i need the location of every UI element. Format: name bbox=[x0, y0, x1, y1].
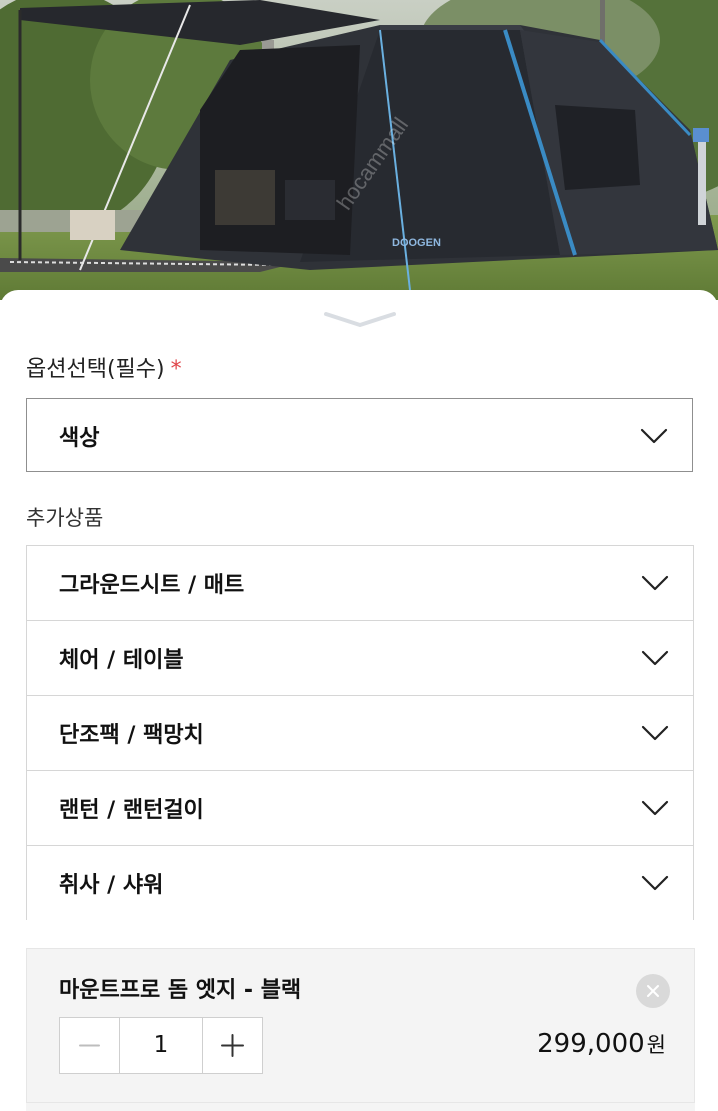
extra-item-pegs-hammer[interactable]: 단조팩 / 팩망치 bbox=[26, 695, 694, 770]
extra-item-groundsheet[interactable]: 그라운드시트 / 매트 bbox=[26, 545, 694, 620]
extra-item-label: 랜턴 / 랜턴걸이 bbox=[59, 798, 204, 823]
decrement-button[interactable] bbox=[60, 1018, 119, 1073]
tent-brand-mark: DOOGEN bbox=[392, 237, 441, 249]
product-option-screen: DOOGEN hocammall 옵션선택(필수) * 색상 추가상품 그라운드시… bbox=[0, 0, 718, 1111]
color-select-value: 색상 bbox=[59, 426, 100, 451]
extra-products-list: 그라운드시트 / 매트 체어 / 테이블 단조팩 / 팩망치 랜턴 / 랜턴걸이… bbox=[26, 545, 694, 920]
chevron-down-icon bbox=[641, 650, 669, 666]
selected-product-card: 마운트프로 돔 엣지 - 블랙 1 299,000원 bbox=[26, 948, 695, 1108]
required-option-text: 옵션선택(필수) bbox=[26, 357, 165, 382]
extra-item-lantern[interactable]: 랜턴 / 랜턴걸이 bbox=[26, 770, 694, 845]
required-marker: * bbox=[170, 357, 182, 382]
extra-item-label: 그라운드시트 / 매트 bbox=[59, 573, 245, 598]
extra-item-label: 단조팩 / 팩망치 bbox=[59, 723, 204, 748]
chevron-down-icon[interactable] bbox=[322, 308, 398, 330]
chevron-down-icon bbox=[641, 575, 669, 591]
close-icon[interactable] bbox=[636, 974, 670, 1008]
quantity-stepper: 1 bbox=[59, 1017, 263, 1074]
extra-item-cooking-shower[interactable]: 취사 / 샤워 bbox=[26, 845, 694, 920]
product-price-amount: 299,000 bbox=[537, 1029, 645, 1059]
option-sheet: 옵션선택(필수) * 색상 추가상품 그라운드시트 / 매트 체어 / 테이블 단… bbox=[0, 290, 718, 1111]
product-photo: DOOGEN hocammall bbox=[0, 0, 718, 300]
plus-icon bbox=[221, 1034, 244, 1057]
product-price: 299,000원 bbox=[537, 1029, 666, 1059]
selected-product-name: 마운트프로 돔 엣지 - 블랙 bbox=[59, 978, 302, 1003]
extra-item-label: 취사 / 샤워 bbox=[59, 873, 164, 898]
price-currency: 원 bbox=[646, 1033, 666, 1057]
chevron-down-icon bbox=[641, 800, 669, 816]
chevron-down-icon bbox=[641, 875, 669, 891]
extra-item-chair-table[interactable]: 체어 / 테이블 bbox=[26, 620, 694, 695]
chevron-down-icon bbox=[640, 428, 668, 444]
chevron-down-icon bbox=[641, 725, 669, 741]
increment-button[interactable] bbox=[203, 1018, 262, 1073]
minus-icon bbox=[79, 1044, 100, 1047]
color-select[interactable]: 색상 bbox=[26, 398, 693, 472]
next-card-edge bbox=[26, 1102, 695, 1111]
extra-item-label: 체어 / 테이블 bbox=[59, 648, 184, 673]
quantity-value[interactable]: 1 bbox=[119, 1018, 203, 1073]
required-option-label: 옵션선택(필수) * bbox=[26, 351, 182, 383]
extra-products-label: 추가상품 bbox=[26, 506, 104, 530]
